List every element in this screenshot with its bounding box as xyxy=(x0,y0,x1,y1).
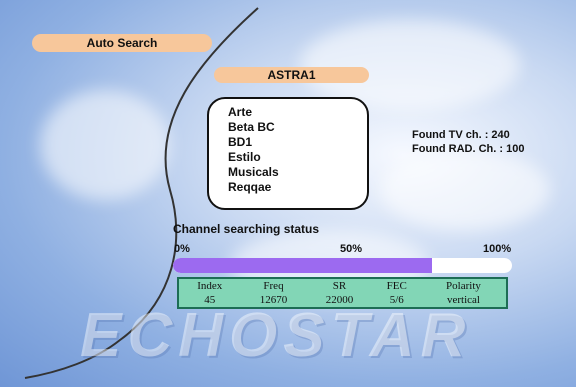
progress-start-label: 0% xyxy=(174,243,190,255)
list-item: Beta BC xyxy=(228,120,275,134)
table-cell: vertical xyxy=(446,293,480,306)
found-radio-count: Found RAD. Ch. : 100 xyxy=(412,143,525,155)
table-cell: 12670 xyxy=(259,293,288,306)
echostar-logo: ECHOSTAR xyxy=(80,301,472,370)
table-header-row: Index Freq SR FEC Polarity xyxy=(178,278,507,293)
table-header-cell: Index xyxy=(197,279,223,292)
satellite-name: ASTRA1 xyxy=(214,67,369,83)
table-cell: 5/6 xyxy=(389,293,404,306)
table-cell: 22000 xyxy=(325,293,354,306)
found-counts: Found TV ch. : 240 Found RAD. Ch. : 100 xyxy=(412,128,524,156)
table-header-cell: SR xyxy=(332,279,347,292)
progress-mid-label: 50% xyxy=(340,243,363,255)
table-row: 45 12670 22000 5/6 vertical xyxy=(178,293,507,308)
list-item: Estilo xyxy=(228,150,261,164)
status-label: Channel searching status xyxy=(173,222,320,236)
table-header-cell: FEC xyxy=(386,279,407,292)
list-item: Musicals xyxy=(228,165,279,179)
table-header-cell: Freq xyxy=(263,279,284,292)
list-item: BD1 xyxy=(228,135,253,149)
found-tv-count: Found TV ch. : 240 xyxy=(412,129,510,141)
channel-list-box: Arte Beta BC BD1 Estilo Musicals Reqqae xyxy=(207,97,369,210)
table-header-cell: Polarity xyxy=(446,279,481,292)
transponder-info-table: Index Freq SR FEC Polarity 45 12670 2200… xyxy=(177,277,508,309)
table-cell: 45 xyxy=(204,293,216,306)
list-item: Arte xyxy=(228,105,253,119)
list-item: Reqqae xyxy=(228,180,272,194)
progress-fill xyxy=(173,258,433,273)
channel-list: Arte Beta BC BD1 Estilo Musicals Reqqae xyxy=(209,99,367,195)
progress-end-label: 100% xyxy=(483,243,512,255)
tv-screen: ECHOSTAR Auto Search ASTRA1 Arte Beta BC… xyxy=(0,0,576,387)
progress-bar xyxy=(173,258,512,273)
page-title: Auto Search xyxy=(32,34,212,52)
